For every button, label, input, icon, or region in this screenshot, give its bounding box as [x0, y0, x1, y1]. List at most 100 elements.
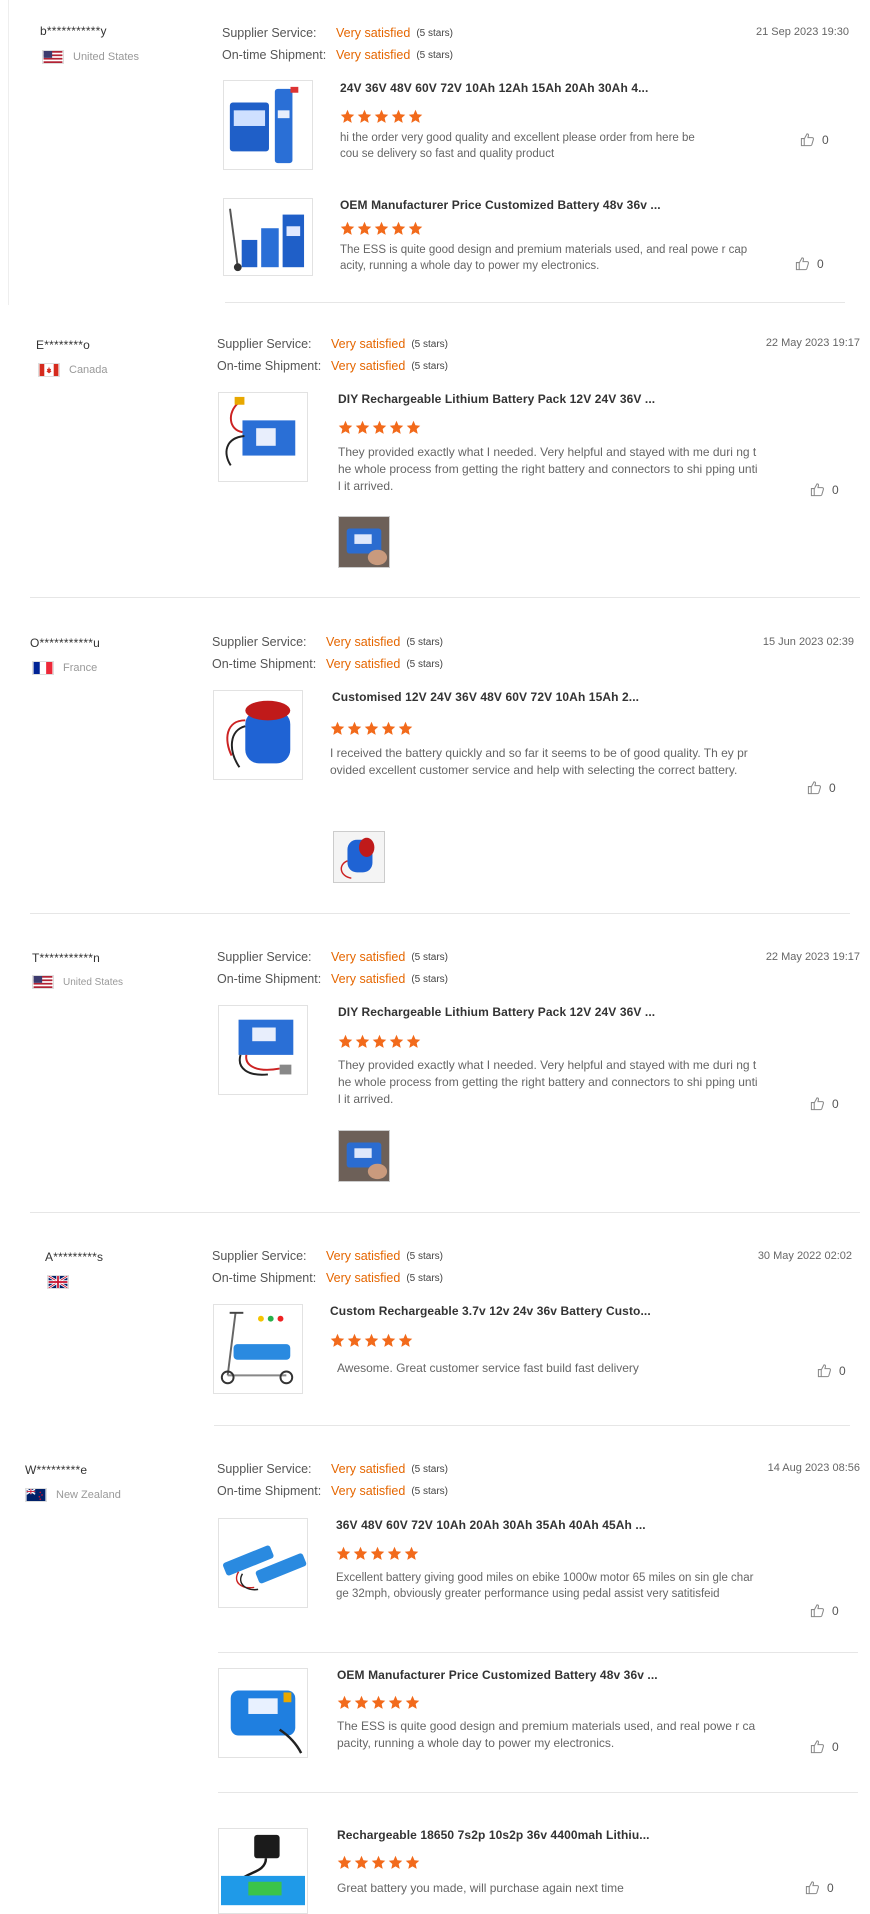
like-button[interactable]: 0 — [810, 482, 839, 497]
star-icon — [353, 1546, 368, 1561]
on-time-shipment-value: Very satisfied — [331, 359, 406, 373]
product-title[interactable]: Customised 12V 24V 36V 48V 60V 72V 10Ah … — [332, 690, 639, 704]
review-date: 15 Jun 2023 02:39 — [762, 636, 854, 648]
product-divider — [218, 1792, 858, 1793]
like-button[interactable]: 0 — [805, 1880, 834, 1895]
like-count: 0 — [817, 256, 824, 271]
star-icon — [347, 1333, 362, 1348]
product-rating-stars — [340, 221, 423, 236]
uk-flag-icon — [47, 1275, 69, 1289]
supplier-service-label: Supplier Service: — [217, 950, 312, 964]
canada-flag-icon — [38, 363, 60, 377]
star-icon — [398, 1333, 413, 1348]
star-icon — [404, 1546, 419, 1561]
product-title[interactable]: Custom Rechargeable 3.7v 12v 24v 36v Bat… — [330, 1304, 651, 1318]
thumbs-up-icon — [810, 1097, 824, 1111]
supplier-service-stars: (5 stars) — [411, 951, 449, 963]
reviewer-name: E********o — [36, 338, 91, 352]
like-count: 0 — [832, 1096, 839, 1111]
like-button[interactable]: 0 — [817, 1363, 846, 1378]
product-thumbnail[interactable] — [218, 1668, 308, 1758]
reviewer-name: W*********e — [25, 1463, 88, 1477]
star-icon — [408, 109, 423, 124]
like-button[interactable]: 0 — [810, 1739, 839, 1754]
supplier-service-value: Very satisfied — [336, 26, 411, 40]
review-date: 22 May 2023 19:17 — [765, 951, 860, 963]
like-button[interactable]: 0 — [810, 1603, 839, 1618]
star-icon — [381, 1333, 396, 1348]
product-rating-stars — [338, 420, 421, 435]
on-time-shipment-label: On-time Shipment: — [212, 657, 317, 671]
france-flag-icon — [32, 661, 54, 675]
product-thumbnail[interactable] — [218, 1518, 308, 1608]
reviewer-country: United States — [32, 975, 123, 989]
on-time-shipment-stars: (5 stars) — [416, 49, 454, 61]
like-count: 0 — [832, 1603, 839, 1618]
on-time-shipment-value: Very satisfied — [336, 48, 411, 62]
thumbs-up-icon — [810, 1604, 824, 1618]
like-button[interactable]: 0 — [800, 132, 829, 147]
product-title[interactable]: 24V 36V 48V 60V 72V 10Ah 12Ah 15Ah 20Ah … — [340, 81, 648, 95]
country-name: United States — [63, 976, 124, 988]
reviewer-country — [47, 1275, 78, 1289]
product-thumbnail[interactable] — [223, 198, 313, 276]
supplier-service-stars: (5 stars) — [411, 1463, 449, 1475]
star-icon — [337, 1695, 352, 1710]
review-divider — [30, 1212, 860, 1213]
supplier-ratings: Supplier Service: Very satisfied (5 stars)… — [217, 333, 448, 377]
review-divider — [30, 597, 860, 598]
supplier-service-value: Very satisfied — [331, 1462, 406, 1476]
star-icon — [374, 221, 389, 236]
like-button[interactable]: 0 — [810, 1096, 839, 1111]
on-time-shipment-stars: (5 stars) — [406, 1272, 444, 1284]
review-photo[interactable] — [338, 1130, 390, 1182]
country-name: France — [63, 662, 98, 674]
product-thumbnail[interactable] — [218, 392, 308, 482]
product-thumbnail[interactable] — [223, 80, 313, 170]
product-thumbnail[interactable] — [213, 1304, 303, 1394]
reviewer-country: United States — [42, 50, 139, 64]
review-date: 30 May 2022 02:02 — [757, 1250, 852, 1262]
supplier-service-label: Supplier Service: — [217, 337, 312, 351]
star-icon — [357, 221, 372, 236]
supplier-service-stars: (5 stars) — [406, 636, 444, 648]
star-icon — [364, 721, 379, 736]
product-rating-stars — [337, 1695, 420, 1710]
supplier-ratings: Supplier Service: Very satisfied (5 stars)… — [222, 22, 453, 66]
supplier-service-value: Very satisfied — [331, 950, 406, 964]
on-time-shipment-label: On-time Shipment: — [212, 1271, 317, 1285]
star-icon — [340, 221, 355, 236]
product-title[interactable]: DIY Rechargeable Lithium Battery Pack 12… — [338, 1005, 655, 1019]
star-icon — [337, 1855, 352, 1870]
supplier-service-stars: (5 stars) — [411, 338, 449, 350]
star-icon — [357, 109, 372, 124]
review-comment: Great battery you made, will purchase ag… — [337, 1881, 624, 1895]
us-flag-icon — [32, 975, 54, 989]
on-time-shipment-label: On-time Shipment: — [217, 359, 322, 373]
product-title[interactable]: OEM Manufacturer Price Customized Batter… — [337, 1668, 658, 1682]
product-title[interactable]: 36V 48V 60V 72V 10Ah 20Ah 30Ah 35Ah 40Ah… — [336, 1518, 646, 1532]
product-title[interactable]: Rechargeable 18650 7s2p 10s2p 36v 4400ma… — [337, 1828, 650, 1842]
like-button[interactable]: 0 — [807, 780, 836, 795]
supplier-service-label: Supplier Service: — [212, 1249, 307, 1263]
star-icon — [347, 721, 362, 736]
like-button[interactable]: 0 — [795, 256, 824, 271]
product-thumbnail[interactable] — [218, 1005, 308, 1095]
star-icon — [388, 1855, 403, 1870]
supplier-service-stars: (5 stars) — [406, 1250, 444, 1262]
product-title[interactable]: DIY Rechargeable Lithium Battery Pack 12… — [338, 392, 655, 406]
product-rating-stars — [330, 1333, 413, 1348]
on-time-shipment-label: On-time Shipment: — [217, 1484, 322, 1498]
supplier-ratings: Supplier Service: Very satisfied (5 stars)… — [217, 946, 448, 990]
review-photo[interactable] — [338, 516, 390, 568]
star-icon — [371, 1695, 386, 1710]
star-icon — [372, 1034, 387, 1049]
supplier-service-label: Supplier Service: — [222, 26, 317, 40]
review-photo[interactable] — [333, 831, 385, 883]
product-thumbnail[interactable] — [213, 690, 303, 780]
star-icon — [371, 1855, 386, 1870]
review-date: 14 Aug 2023 08:56 — [767, 1462, 860, 1474]
product-title[interactable]: OEM Manufacturer Price Customized Batter… — [340, 198, 661, 212]
review-comment: They provided exactly what I needed. Ver… — [338, 445, 758, 493]
product-thumbnail[interactable] — [218, 1828, 308, 1914]
